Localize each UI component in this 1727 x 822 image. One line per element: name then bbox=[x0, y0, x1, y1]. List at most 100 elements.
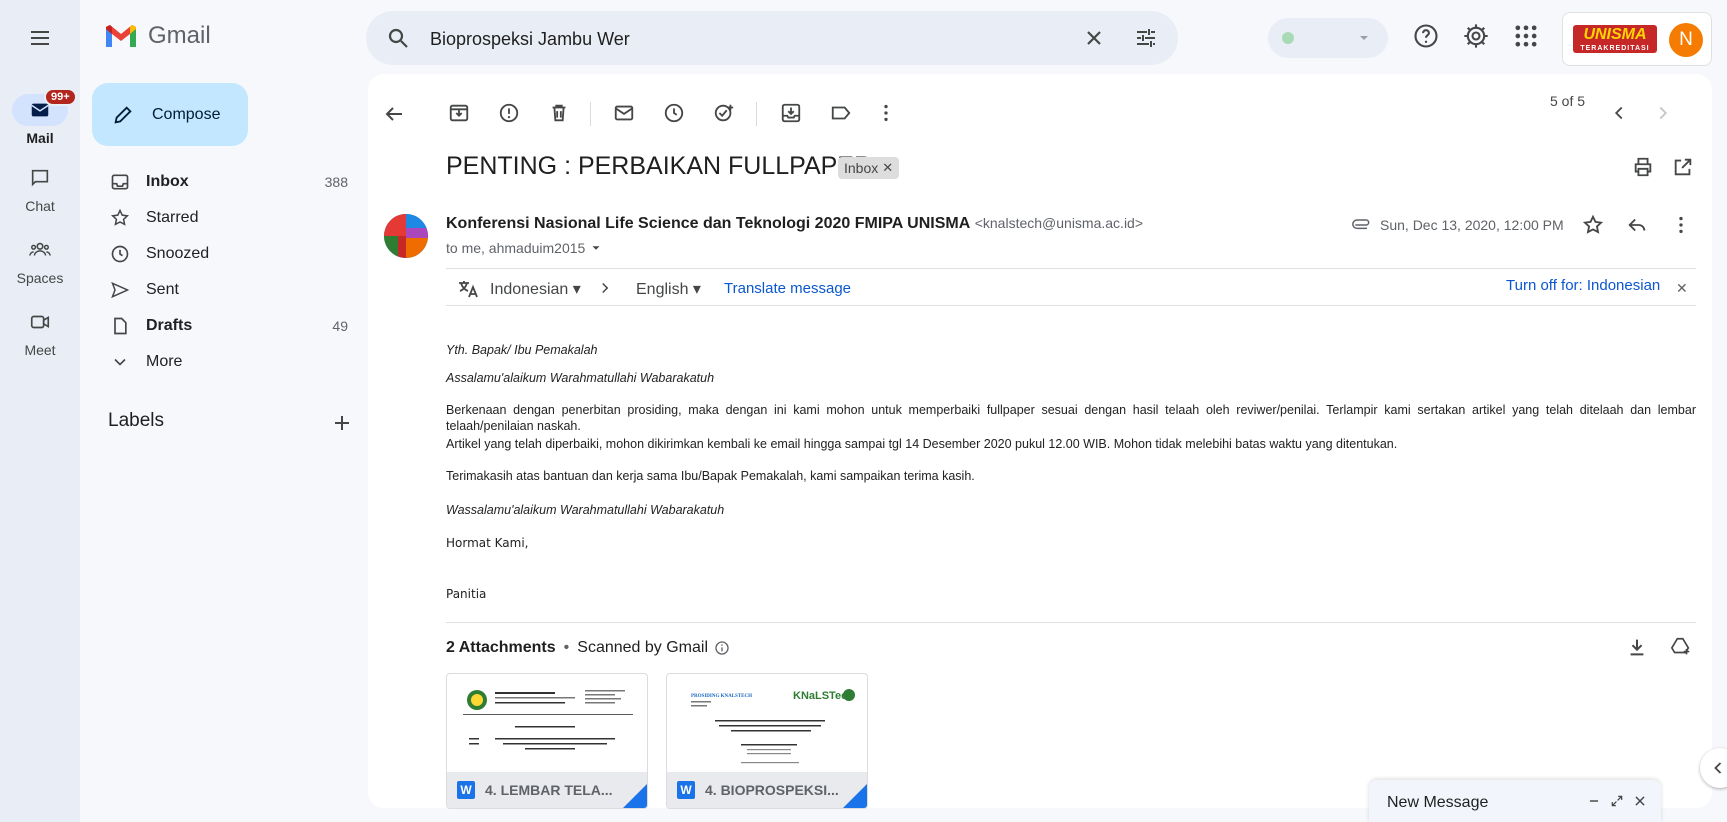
label-icon bbox=[831, 106, 851, 120]
body-paragraph-2: Artikel yang telah diperbaiki, mohon dik… bbox=[446, 437, 1398, 451]
rail-chat[interactable]: Chat bbox=[0, 162, 80, 214]
archive-button[interactable] bbox=[448, 102, 470, 124]
nav-item-sent[interactable]: Sent bbox=[92, 274, 360, 306]
newer-button[interactable] bbox=[1608, 102, 1630, 124]
nav-item-drafts[interactable]: Drafts 49 bbox=[92, 310, 360, 342]
add-to-drive-button[interactable] bbox=[1670, 636, 1692, 658]
settings-button[interactable] bbox=[1462, 22, 1490, 50]
message-more-button[interactable] bbox=[1670, 214, 1692, 236]
toolbar-divider bbox=[756, 102, 757, 126]
attachment-card[interactable]: PROSIDING KNALSTECH KNaLSTech W 4. BIOPR… bbox=[666, 673, 868, 809]
close-translate-icon[interactable]: ✕ bbox=[1676, 280, 1688, 297]
rail-meet-label: Meet bbox=[24, 342, 56, 358]
labels-button[interactable] bbox=[830, 102, 852, 124]
sender-email: <knalstech@unisma.ac.id> bbox=[974, 215, 1144, 231]
rail-meet[interactable]: Meet bbox=[0, 306, 80, 358]
rail-spaces[interactable]: Spaces bbox=[0, 234, 80, 286]
search-bar[interactable]: Bioprospeksi Jambu Wer bbox=[366, 11, 1178, 65]
more-vert-icon bbox=[1679, 216, 1683, 234]
sender-avatar[interactable] bbox=[384, 214, 428, 258]
chevron-left-icon bbox=[1614, 106, 1623, 120]
search-input[interactable]: Bioprospeksi Jambu Wer bbox=[430, 29, 630, 50]
translate-icon bbox=[459, 281, 478, 298]
drafts-count: 49 bbox=[332, 318, 348, 334]
search-icon bbox=[388, 28, 408, 48]
attachments-header: 2 Attachments • Scanned by Gmail bbox=[446, 639, 730, 657]
date-text: Sun, Dec 13, 2020, 12:00 PM bbox=[1380, 217, 1564, 233]
compose-button[interactable]: Compose bbox=[92, 83, 248, 146]
inbox-icon bbox=[111, 174, 129, 190]
document-thumbnail bbox=[455, 682, 641, 772]
avatar[interactable]: N bbox=[1669, 23, 1703, 57]
nav-label-snoozed: Snoozed bbox=[146, 245, 210, 262]
status-selector[interactable] bbox=[1268, 18, 1388, 58]
search-options-button[interactable] bbox=[1134, 26, 1158, 50]
support-button[interactable] bbox=[1412, 22, 1440, 50]
report-spam-button[interactable] bbox=[498, 102, 520, 124]
older-button[interactable] bbox=[1652, 102, 1674, 124]
download-all-button[interactable] bbox=[1626, 636, 1648, 658]
attachment-footer: W 4. LEMBAR TELA... bbox=[447, 772, 647, 808]
inbox-count: 388 bbox=[324, 174, 348, 190]
status-dot bbox=[1282, 32, 1294, 44]
nav-item-inbox[interactable]: Inbox 388 bbox=[92, 166, 360, 198]
chevron-left-icon bbox=[1714, 762, 1722, 774]
turn-off-translation-link[interactable]: Turn off for: Indonesian bbox=[1506, 277, 1660, 294]
expand-icon bbox=[1611, 795, 1623, 807]
source-language-select[interactable]: Indonesian ▾ bbox=[490, 279, 581, 299]
email-subject: PENTING : PERBAIKAN FULLPAPER bbox=[446, 152, 873, 180]
attachment-footer: W 4. BIOPROSPEKSI... bbox=[667, 772, 867, 808]
inbox-label-chip[interactable]: Inbox ✕ bbox=[838, 157, 900, 179]
star-icon bbox=[1582, 214, 1604, 234]
sender-line[interactable]: Konferensi Nasional Life Science dan Tek… bbox=[446, 215, 1143, 233]
nav-label-more: More bbox=[146, 353, 183, 370]
snooze-button[interactable] bbox=[663, 102, 685, 124]
nav-label-inbox: Inbox bbox=[146, 173, 189, 190]
translate-message-link[interactable]: Translate message bbox=[724, 280, 851, 297]
archive-icon bbox=[449, 104, 469, 122]
remove-label-icon[interactable]: ✕ bbox=[882, 160, 893, 176]
nav-label-drafts: Drafts bbox=[146, 317, 193, 334]
move-to-button[interactable] bbox=[780, 102, 802, 124]
drive-add-icon bbox=[1670, 637, 1690, 655]
apps-button[interactable] bbox=[1512, 22, 1540, 50]
body-greeting: Yth. Bapak/ Ibu Pemakalah bbox=[446, 343, 598, 357]
body-paragraph-1: Berkenaan dengan penerbitan prosiding, m… bbox=[446, 403, 1696, 433]
chevron-down-icon bbox=[114, 358, 126, 366]
send-icon bbox=[111, 281, 130, 299]
reply-button[interactable] bbox=[1626, 214, 1648, 236]
nav-label-starred: Starred bbox=[146, 209, 199, 226]
file-corner-fold bbox=[623, 784, 647, 808]
new-message-window[interactable]: New Message bbox=[1369, 780, 1661, 822]
delete-button[interactable] bbox=[548, 102, 570, 124]
gmail-logo[interactable]: Gmail bbox=[104, 22, 211, 50]
nav-item-more[interactable]: More bbox=[92, 346, 360, 378]
target-language-select[interactable]: English ▾ bbox=[636, 279, 701, 299]
menu-icon bbox=[31, 31, 49, 45]
star-message-button[interactable] bbox=[1582, 214, 1604, 236]
body-closing-salam: Wassalamu'alaikum Warahmatullahi Wabarak… bbox=[446, 503, 725, 517]
open-new-window-button[interactable] bbox=[1672, 156, 1694, 178]
main-menu-button[interactable] bbox=[20, 18, 60, 58]
attachment-card[interactable]: W 4. LEMBAR TELA... bbox=[446, 673, 648, 809]
clear-search-button[interactable] bbox=[1082, 26, 1106, 50]
clock-icon bbox=[664, 103, 684, 123]
nav-item-snoozed[interactable]: Snoozed bbox=[92, 238, 360, 270]
recipients-toggle[interactable]: to me, ahmaduim2015 bbox=[446, 240, 603, 256]
search-button[interactable] bbox=[386, 26, 410, 50]
more-actions-button[interactable] bbox=[875, 102, 897, 124]
nav-item-starred[interactable]: Starred bbox=[92, 202, 360, 234]
back-button[interactable] bbox=[382, 90, 406, 126]
attachment-filename: 4. BIOPROSPEKSI... bbox=[705, 782, 839, 798]
account-switcher[interactable]: UNISMA TERAKREDITASI N bbox=[1562, 12, 1712, 66]
rail-mail[interactable]: 99+ Mail bbox=[0, 88, 80, 146]
gear-icon bbox=[1464, 24, 1488, 48]
print-button[interactable] bbox=[1632, 156, 1654, 178]
add-task-button[interactable] bbox=[713, 102, 735, 124]
clock-icon bbox=[111, 245, 129, 263]
minimize-icon bbox=[1589, 800, 1599, 802]
mark-unread-button[interactable] bbox=[613, 102, 635, 124]
create-label-button[interactable] bbox=[330, 411, 354, 435]
caret-down-icon bbox=[592, 246, 600, 250]
attachments-count: 2 Attachments bbox=[446, 639, 556, 656]
